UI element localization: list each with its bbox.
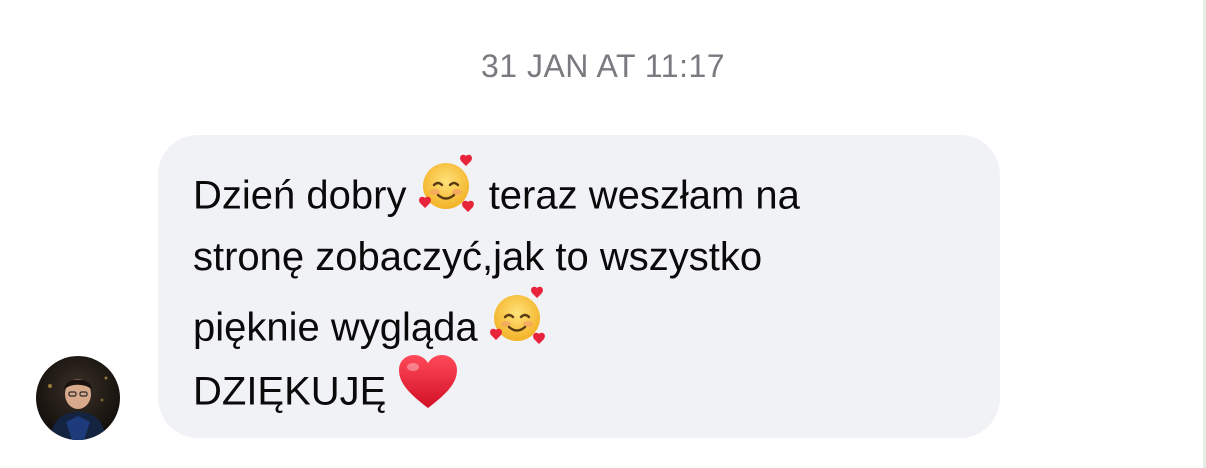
message-line-3-text: pięknie wygląda — [193, 305, 478, 350]
message-text: Dzień dobry teraz weszłam na stronę zoba… — [193, 154, 993, 422]
message-timestamp: 31 JAN AT 11:17 — [480, 48, 726, 84]
smiling-face-with-hearts-icon — [418, 154, 478, 234]
message-line-4-text: DZIĘKUJĘ — [193, 369, 387, 414]
message-line-1-text-a: Dzień dobry — [193, 173, 407, 218]
message-line-1-text-b: teraz weszłam na — [488, 173, 800, 218]
avatar-photo-icon — [36, 356, 120, 440]
message-line-1: Dzień dobry teraz weszłam na — [193, 154, 993, 224]
message-line-4: DZIĘKUJĘ — [193, 355, 993, 422]
smiling-face-with-hearts-icon — [489, 286, 549, 366]
avatar[interactable] — [36, 356, 120, 440]
message-line-2: stronę zobaczyć,jak to wszystko — [193, 235, 763, 279]
message-line-3: pięknie wygląda — [193, 286, 993, 356]
red-heart-icon — [397, 354, 459, 430]
